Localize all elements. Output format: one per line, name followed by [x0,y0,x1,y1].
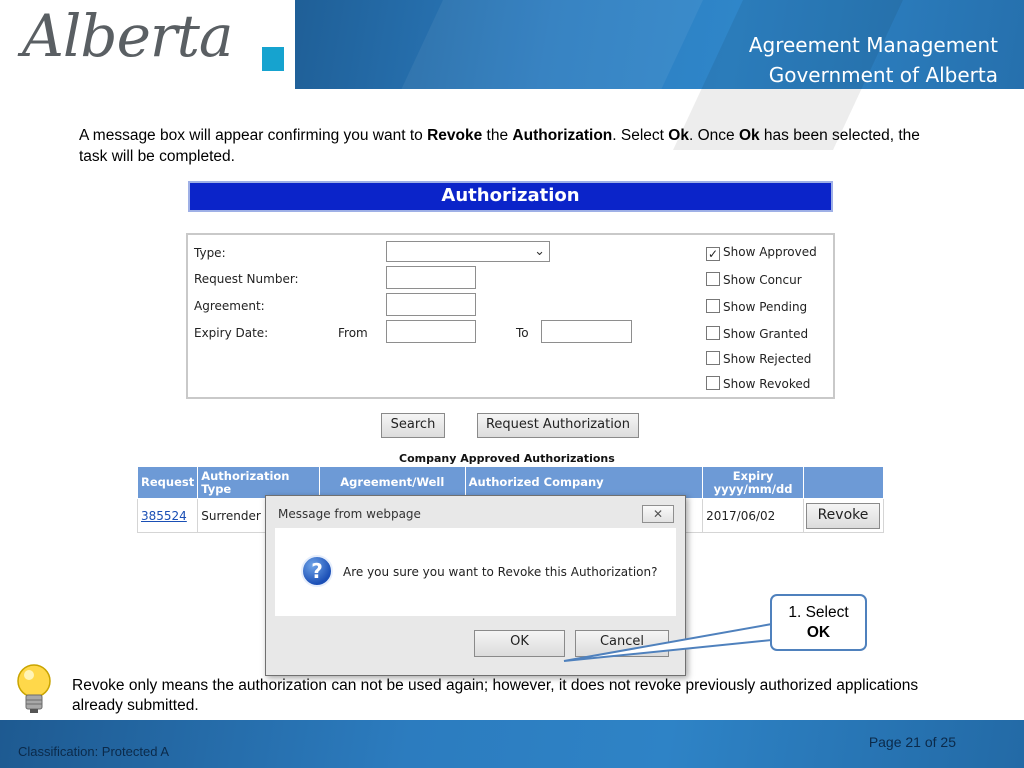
table-caption: Company Approved Authorizations [399,452,615,465]
show-revoked-checkbox[interactable]: Show Revoked [706,376,810,391]
from-label: From [338,326,368,340]
search-button[interactable]: Search [381,413,445,438]
header-title: Agreement Management Government of Alber… [749,30,998,90]
question-icon: ? [301,555,333,587]
confirm-dialog: Message from webpage ✕ ? Are you sure yo… [265,495,686,676]
cell-action: Revoke [802,498,885,533]
callout-line2: OK [806,624,831,641]
type-select[interactable]: ⌄ [386,241,550,262]
header-title-line1: Agreement Management [748,33,998,57]
header-title-line2: Government of Alberta [768,63,998,87]
tip-text: Revoke only means the authorization can … [72,677,919,714]
ok-button[interactable]: OK [474,630,565,657]
col-request: Request [136,466,199,499]
dialog-message: Are you sure you want to Revoke this Aut… [343,565,658,579]
dialog-content: ? Are you sure you want to Revoke this A… [275,528,676,616]
show-concur-checkbox[interactable]: Show Concur [706,272,802,287]
close-button[interactable]: ✕ [642,505,674,523]
col-agreement-well: Agreement/Well [318,466,466,499]
expiry-from-input[interactable] [386,320,476,343]
lightbulb-icon [17,664,51,713]
filter-panel: Type: ⌄ Request Number: Agreement: Expir… [186,233,835,399]
expiry-date-label: Expiry Date: [194,326,269,340]
callout-line1: 1. Select [788,604,849,621]
checkmark-icon: ✓ [706,247,720,261]
show-rejected-checkbox[interactable]: Show Rejected [706,351,811,366]
request-number-input[interactable] [386,266,476,289]
instruction-text: A message box will appear confirming you… [79,127,920,165]
cancel-button[interactable]: Cancel [575,630,669,657]
authorization-banner: Authorization [188,181,833,212]
slide: Alberta Agreement Management Government … [0,0,1024,768]
dialog-title: Message from webpage [278,507,421,521]
col-action [802,466,885,499]
col-authorized-company: Authorized Company [464,466,704,499]
table-header-row: Request Authorization Type Agreement/Wel… [136,466,885,499]
agreement-input[interactable] [386,293,476,316]
agreement-label: Agreement: [194,299,265,313]
close-icon: ✕ [652,507,664,521]
revoke-button[interactable]: Revoke [805,502,880,529]
request-number-label: Request Number: [194,272,299,286]
col-expiry: Expiry yyyy/mm/dd [702,466,804,499]
chevron-down-icon: ⌄ [534,243,545,258]
show-granted-checkbox[interactable]: Show Granted [706,326,808,341]
logo-wordmark: Alberta [22,2,233,70]
callout-box: 1. Select OK [770,594,867,651]
classification-label: Classification: Protected A [18,744,170,759]
to-label: To [516,326,529,340]
col-authorization-type: Authorization Type [197,466,320,499]
page-number: Page 21 of 25 [868,734,956,750]
expiry-to-input[interactable] [541,320,632,343]
cell-request: 385524 [136,498,199,533]
cell-expiry: 2017/06/02 [702,498,804,533]
show-pending-checkbox[interactable]: Show Pending [706,299,807,314]
logo-accent-square [262,47,284,71]
request-link[interactable]: 385524 [141,509,187,523]
type-label: Type: [194,246,226,260]
alberta-logo: Alberta [0,0,295,89]
request-authorization-button[interactable]: Request Authorization [477,413,639,438]
show-approved-checkbox[interactable]: ✓ Show Approved [706,245,817,261]
